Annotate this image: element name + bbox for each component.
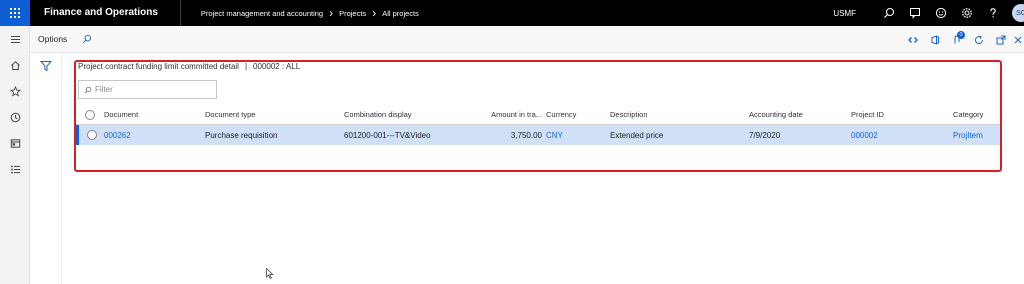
column-header-combination-display[interactable]: Combination display bbox=[344, 110, 463, 119]
favorites-button[interactable] bbox=[0, 78, 30, 104]
link-icon bbox=[908, 36, 918, 43]
breadcrumb-item-all-projects[interactable]: All projects bbox=[382, 9, 419, 18]
document-type-cell: Purchase requisition bbox=[205, 130, 278, 140]
clock-icon bbox=[10, 112, 20, 122]
title-separator: | bbox=[244, 62, 248, 71]
open-in-new-window-button[interactable] bbox=[990, 29, 1012, 51]
breadcrumb: Project management and accounting › Proj… bbox=[181, 7, 419, 19]
question-mark-icon bbox=[990, 8, 996, 18]
modules-button[interactable] bbox=[0, 156, 30, 182]
notifications-button[interactable]: 0 bbox=[946, 29, 968, 51]
help-button[interactable] bbox=[980, 0, 1006, 26]
description-cell: Extended price bbox=[610, 130, 664, 140]
form-title-text: Project contract funding limit committed… bbox=[78, 62, 239, 71]
workspace-icon bbox=[10, 138, 20, 148]
form-context: 000002 : ALL bbox=[253, 62, 301, 71]
search-icon bbox=[884, 7, 895, 18]
chevron-right-icon: › bbox=[372, 6, 377, 20]
row-select-cell[interactable] bbox=[79, 130, 104, 140]
recent-button[interactable] bbox=[0, 104, 30, 130]
breadcrumb-item-projects[interactable]: Projects bbox=[339, 9, 366, 18]
action-search-button[interactable] bbox=[81, 33, 93, 45]
smiley-icon bbox=[935, 7, 947, 19]
waffle-icon bbox=[10, 8, 20, 18]
project-id-link[interactable]: 000002 bbox=[851, 131, 953, 140]
column-header-accounting-date[interactable]: Accounting date bbox=[749, 110, 851, 119]
chat-icon bbox=[910, 8, 920, 19]
filter-icon[interactable] bbox=[40, 60, 52, 72]
messages-button[interactable] bbox=[902, 0, 928, 26]
quick-filter[interactable] bbox=[78, 80, 217, 99]
list-icon bbox=[10, 165, 20, 173]
action-pane-tools: 0 bbox=[902, 26, 1024, 53]
select-all-cell[interactable] bbox=[76, 109, 104, 120]
pop-out-icon bbox=[996, 35, 1006, 44]
document-link[interactable]: 000262 bbox=[104, 131, 205, 140]
refresh-icon bbox=[975, 34, 983, 44]
column-header-document-type[interactable]: Document type bbox=[205, 110, 344, 119]
office-icon bbox=[931, 34, 939, 45]
column-header-currency[interactable]: Currency bbox=[546, 110, 610, 119]
committed-detail-grid: Document Document type Combination displ… bbox=[76, 105, 1002, 145]
accounting-date-cell: 7/9/2020 bbox=[749, 130, 781, 140]
search-icon bbox=[83, 34, 92, 44]
search-button[interactable] bbox=[876, 0, 902, 26]
company-picker[interactable]: USMF bbox=[833, 9, 856, 18]
avatar[interactable]: SC bbox=[1012, 4, 1024, 22]
notification-badge: 0 bbox=[957, 30, 965, 39]
chevron-right-icon: › bbox=[329, 6, 334, 20]
refresh-button[interactable] bbox=[968, 29, 990, 51]
currency-link[interactable]: CNY bbox=[546, 131, 610, 140]
filter-input[interactable] bbox=[95, 85, 215, 94]
column-header-category[interactable]: Category bbox=[953, 110, 998, 119]
options-tab[interactable]: Options bbox=[38, 34, 67, 44]
top-navigation-bar: Finance and Operations Project managemen… bbox=[0, 0, 1024, 26]
search-icon bbox=[84, 86, 92, 93]
amount-cell: 3,750.00 bbox=[510, 130, 542, 140]
column-header-document[interactable]: Document bbox=[104, 110, 205, 119]
close-icon bbox=[1014, 36, 1022, 43]
home-icon bbox=[10, 60, 20, 70]
combination-display-cell: 601200-001---TV&Video bbox=[344, 130, 431, 140]
link-button[interactable] bbox=[902, 29, 924, 51]
mouse-cursor-icon bbox=[266, 268, 274, 279]
column-header-project-id[interactable]: Project ID bbox=[851, 110, 953, 119]
table-row[interactable]: 000262 Purchase requisition 601200-001--… bbox=[76, 125, 1002, 145]
feedback-button[interactable] bbox=[928, 0, 954, 26]
filter-pane bbox=[30, 53, 62, 284]
grid-header: Document Document type Combination displ… bbox=[76, 105, 1002, 125]
column-header-amount[interactable]: Amount in tra... bbox=[463, 110, 546, 119]
gear-icon bbox=[962, 8, 972, 18]
navigation-rail bbox=[0, 26, 30, 284]
select-all-radio[interactable] bbox=[85, 109, 95, 120]
page-title: Project contract funding limit committed… bbox=[78, 62, 300, 71]
star-icon bbox=[9, 85, 21, 97]
expand-navigation-button[interactable] bbox=[0, 26, 30, 52]
workspaces-button[interactable] bbox=[0, 130, 30, 156]
home-button[interactable] bbox=[0, 52, 30, 78]
hamburger-menu-icon bbox=[10, 35, 20, 43]
category-link[interactable]: ProjItem bbox=[953, 131, 998, 140]
office-button[interactable] bbox=[924, 29, 946, 51]
top-right-tools: USMF SC bbox=[833, 0, 1024, 26]
form-content: Project contract funding limit committed… bbox=[62, 53, 1024, 284]
settings-button[interactable] bbox=[954, 0, 980, 26]
app-launcher-button[interactable] bbox=[0, 0, 30, 26]
column-header-description[interactable]: Description bbox=[610, 110, 749, 119]
action-pane: Options 0 bbox=[30, 26, 1024, 53]
breadcrumb-item-module[interactable]: Project management and accounting bbox=[201, 9, 323, 18]
app-title[interactable]: Finance and Operations bbox=[30, 0, 181, 26]
close-button[interactable] bbox=[1012, 29, 1024, 51]
row-select-radio[interactable] bbox=[86, 130, 97, 140]
